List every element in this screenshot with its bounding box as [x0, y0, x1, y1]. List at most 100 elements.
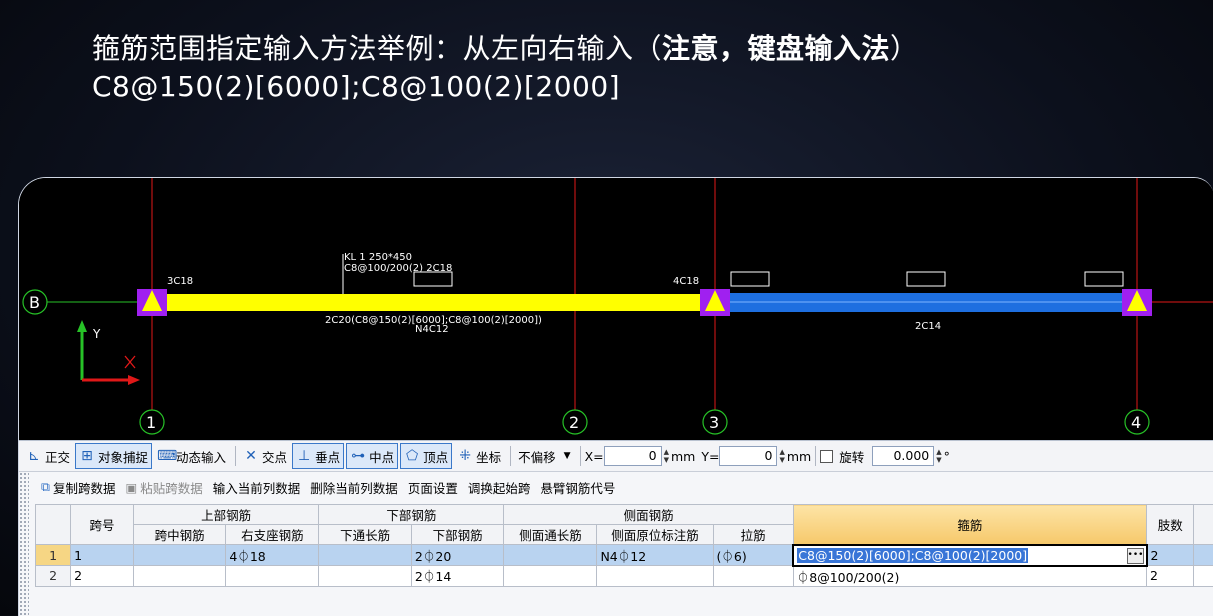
cell-side-original[interactable]	[597, 566, 713, 587]
header-top-rebar[interactable]: 上部钢筋	[133, 505, 319, 525]
perpendicular-snap-button[interactable]: ⊥垂点	[292, 443, 344, 469]
paste-span-label: 粘贴跨数据	[140, 478, 203, 497]
header-tie[interactable]: 拉筋	[713, 525, 793, 545]
intersection-label: 交点	[262, 447, 287, 466]
toolbar-separator	[235, 446, 236, 466]
intersection-snap-button[interactable]: ✕交点	[240, 444, 290, 468]
rotate-spinner[interactable]: ▲▼	[936, 448, 941, 464]
header-bottom-rebar[interactable]: 下部钢筋	[319, 505, 504, 525]
object-snap-button[interactable]: ⊞对象捕捉	[75, 443, 152, 469]
table-row[interactable]: 1 1 4⏀18 2⏀20 N4⏀12 (⏀6) C8@150(2)[6000]…	[36, 545, 1213, 566]
ortho-icon: ⊾	[26, 448, 42, 464]
copy-span-label: 复制跨数据	[53, 478, 116, 497]
dynamic-label: 动态输入	[176, 447, 226, 466]
header-legs[interactable]: 肢数	[1147, 505, 1194, 545]
offset-select[interactable]: 不偏移 ▼	[515, 444, 573, 468]
rotate-checkbox[interactable]	[820, 450, 833, 463]
cell-tie[interactable]	[713, 566, 793, 587]
perpendicular-label: 垂点	[315, 447, 340, 466]
ortho-button[interactable]: ⊾正交	[23, 444, 73, 468]
header-stirrup[interactable]: 箍筋	[793, 505, 1146, 545]
cell-right-support[interactable]: 4⏀18	[226, 545, 319, 566]
header-more	[1194, 505, 1213, 545]
snap-icon: ⊞	[79, 448, 95, 464]
header-side-through[interactable]: 侧面通长筋	[504, 525, 597, 545]
headline-line2: C8@150(2)[6000];C8@100(2)[2000]	[92, 68, 919, 106]
rotate-input[interactable]: 0.000	[872, 446, 934, 466]
label-box	[731, 272, 769, 286]
cell-bottom-through[interactable]	[319, 545, 412, 566]
cad-drawing-canvas[interactable]: B KL 1 250*450 C8@100/200(2) 2C18 3C18 4…	[19, 178, 1213, 440]
cell-mid-span[interactable]	[133, 545, 226, 566]
axis-number-3: 3	[709, 413, 719, 432]
page-setup-button[interactable]: 页面设置	[408, 478, 458, 497]
input-column-button[interactable]: 输入当前列数据	[213, 478, 301, 497]
y-spinner[interactable]: ▲▼	[779, 448, 784, 464]
label-box	[907, 272, 945, 286]
header-right-support[interactable]: 右支座钢筋	[226, 525, 319, 545]
midpoint-snap-button[interactable]: ⊶中点	[346, 443, 398, 469]
paste-span-button[interactable]: ▣粘贴跨数据	[125, 478, 202, 497]
ucs-y-arrow	[77, 320, 87, 332]
cell-right-support[interactable]	[226, 566, 319, 587]
headline-line1: 箍筋范围指定输入方法举例：从左向右输入（注意，键盘输入法）	[92, 30, 919, 68]
row-index[interactable]: 1	[36, 545, 71, 566]
table-row[interactable]: 2 2 2⏀14 ⏀8@100/200(2) 2	[36, 566, 1213, 587]
cell-bottom[interactable]: 2⏀14	[411, 566, 504, 587]
coordinate-label: 坐标	[476, 447, 501, 466]
copy-span-button[interactable]: ⧉复制跨数据	[41, 478, 115, 497]
ellipsis-button[interactable]: •••	[1127, 548, 1144, 564]
coordinate-icon: ⁜	[457, 448, 473, 464]
table-header-row: 跨号 上部钢筋 下部钢筋 侧面钢筋 箍筋 肢数	[36, 505, 1213, 525]
header-side-original[interactable]: 侧面原位标注筋	[597, 525, 713, 545]
swap-start-span-button[interactable]: 调换起始跨	[468, 478, 531, 497]
cell-legs[interactable]: 2	[1147, 566, 1194, 587]
cell-bottom[interactable]: 2⏀20	[411, 545, 504, 566]
panel-toolbar: ⧉复制跨数据 ▣粘贴跨数据 输入当前列数据 删除当前列数据 页面设置 调换起始跨…	[19, 472, 1213, 502]
cell-mid-span[interactable]	[133, 566, 226, 587]
axis-label-b: B	[29, 293, 40, 312]
cell-stirrup-editing[interactable]: C8@150(2)[6000];C8@100(2)[2000] •••	[793, 545, 1146, 566]
label-4c18: 4C18	[673, 276, 699, 287]
cell-extra	[1194, 545, 1213, 566]
y-label: Y=	[701, 449, 719, 464]
midpoint-label: 中点	[369, 447, 394, 466]
coordinate-snap-button[interactable]: ⁜坐标	[454, 444, 504, 468]
delete-column-button[interactable]: 删除当前列数据	[310, 478, 398, 497]
axis-number-2: 2	[569, 413, 579, 432]
vertex-snap-button[interactable]: ⬠顶点	[400, 443, 452, 469]
offset-value: 不偏移	[518, 447, 556, 466]
label-3c18: 3C18	[167, 276, 193, 287]
x-spinner[interactable]: ▲▼	[664, 448, 669, 464]
span1-side-note: N4C12	[415, 324, 449, 335]
cell-side-through[interactable]	[504, 545, 597, 566]
axis-number-1: 1	[146, 413, 156, 432]
header-bottom-rebar-sub[interactable]: 下部钢筋	[411, 525, 504, 545]
cell-bottom-through[interactable]	[319, 566, 412, 587]
stirrup-input-text[interactable]: C8@150(2)[6000];C8@100(2)[2000]	[797, 548, 1028, 563]
beam-stirrup-note: C8@100/200(2) 2C18	[344, 263, 452, 274]
dynamic-input-button[interactable]: ⌨动态输入	[154, 444, 229, 468]
rebar-input-panel: ⧉复制跨数据 ▣粘贴跨数据 输入当前列数据 删除当前列数据 页面设置 调换起始跨…	[19, 472, 1213, 616]
x-offset-input[interactable]: 0	[604, 446, 662, 466]
degree-unit: °	[944, 449, 950, 464]
cell-span[interactable]: 2	[71, 566, 134, 587]
cell-tie[interactable]: (⏀6)	[713, 545, 793, 566]
cell-side-original[interactable]: N4⏀12	[597, 545, 713, 566]
cell-side-through[interactable]	[504, 566, 597, 587]
cell-stirrup[interactable]: ⏀8@100/200(2)	[793, 566, 1146, 587]
row-index[interactable]: 2	[36, 566, 71, 587]
cell-legs[interactable]: 2	[1147, 545, 1194, 566]
y-offset-input[interactable]: 0	[719, 446, 777, 466]
header-mid-span[interactable]: 跨中钢筋	[133, 525, 226, 545]
midpoint-icon: ⊶	[350, 448, 366, 464]
cantilever-code-button[interactable]: 悬臂钢筋代号	[540, 478, 615, 497]
header-side-rebar[interactable]: 侧面钢筋	[504, 505, 793, 525]
chevron-down-icon: ▼	[564, 451, 571, 461]
cell-span[interactable]: 1	[71, 545, 134, 566]
header-span-no[interactable]: 跨号	[71, 505, 134, 545]
beam-span-1[interactable]	[152, 294, 715, 311]
vertex-label: 顶点	[423, 447, 448, 466]
software-window: B KL 1 250*450 C8@100/200(2) 2C18 3C18 4…	[18, 177, 1213, 616]
header-bottom-through[interactable]: 下通长筋	[319, 525, 412, 545]
